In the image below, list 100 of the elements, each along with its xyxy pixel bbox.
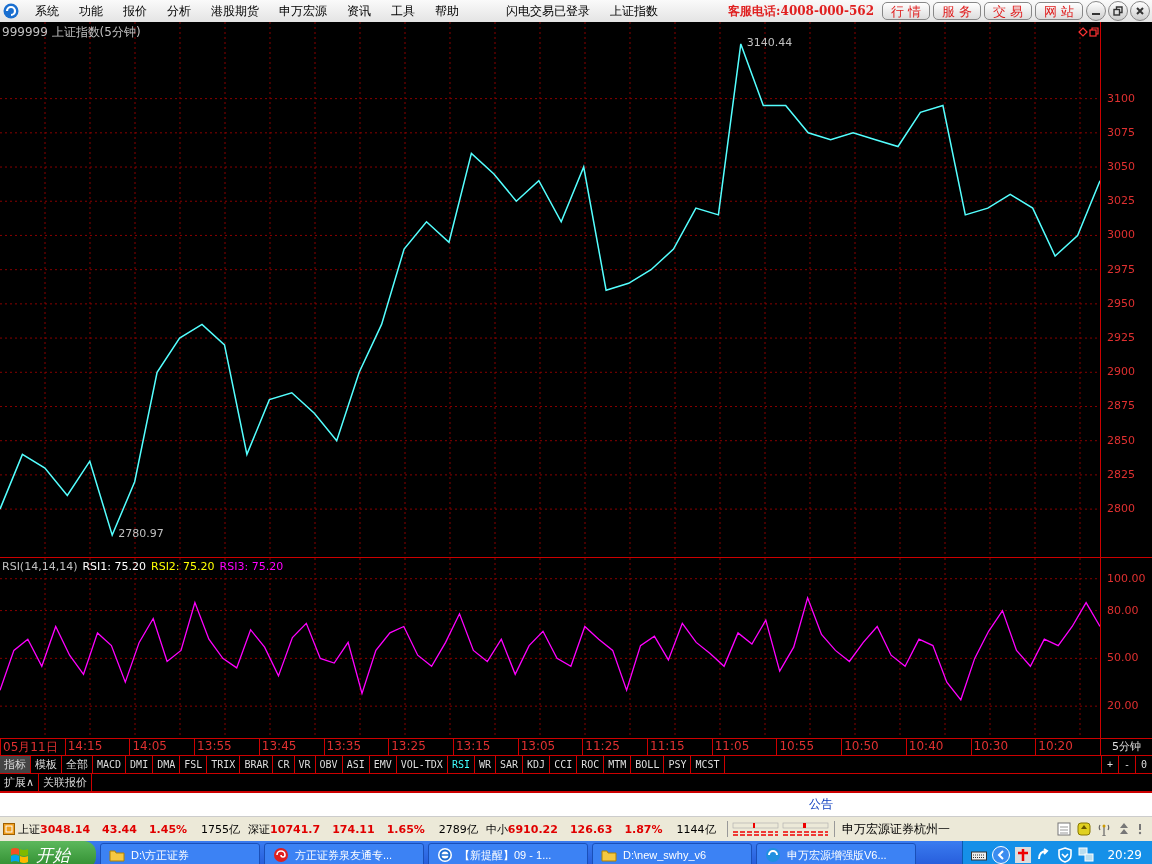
double-arrow-icon[interactable] <box>1117 822 1131 836</box>
app-icon <box>765 847 781 863</box>
ticker-price: 10741.7 <box>270 822 321 836</box>
time-label: 13:55 <box>194 739 259 755</box>
ticker-name: 中小 <box>485 821 508 837</box>
time-label: 13:15 <box>452 739 518 755</box>
ticker-volume: 1755亿 <box>201 821 241 837</box>
notice-link[interactable]: 公告 <box>809 796 833 813</box>
time-label: 10:55 <box>776 739 842 755</box>
ticker-price: 3048.14 <box>40 822 91 836</box>
ticker-percent: 1.45% <box>148 822 188 836</box>
service-button[interactable]: 交 易 <box>984 2 1032 20</box>
axis-label: 3025 <box>1107 194 1135 208</box>
restore-icon <box>1113 6 1123 16</box>
index-link[interactable]: 上证指数 <box>600 2 669 20</box>
axis-label: 3100 <box>1107 91 1135 105</box>
ticker-volume: 1144亿 <box>676 821 716 837</box>
axis-label: 2875 <box>1107 399 1135 413</box>
time-label: 13:45 <box>258 739 324 755</box>
indicator-title: RSI(14,14,14) <box>2 560 78 573</box>
menu-item[interactable]: 工具 <box>381 2 425 20</box>
taskbar-item[interactable]: D:\new_swhy_v6 <box>592 843 752 864</box>
service-button[interactable]: 服 务 <box>933 2 981 20</box>
restore-icon[interactable] <box>1089 27 1099 37</box>
period-label: 5分钟 <box>1100 739 1152 755</box>
ticker-volume: 2789亿 <box>438 821 478 837</box>
menu-item[interactable]: 功能 <box>69 2 113 20</box>
time-label: 11:25 <box>582 739 648 755</box>
login-status: 闪电交易已登录 <box>505 2 592 20</box>
upload-icon[interactable] <box>1077 822 1091 836</box>
windows-flag-icon <box>10 846 30 864</box>
axis-label: 2925 <box>1107 331 1135 345</box>
axis-label: 2825 <box>1107 467 1135 481</box>
time-label: 10:20 <box>1035 739 1100 755</box>
taskbar-item[interactable]: 方正证券泉友通专... <box>264 843 424 864</box>
browser-icon <box>437 847 453 863</box>
time-label: 14:05 <box>129 739 195 755</box>
ticker-name: 深证 <box>248 821 271 837</box>
service-button[interactable]: 网 站 <box>1035 2 1083 20</box>
ticker-name: 上证 <box>18 821 40 837</box>
line-series <box>0 597 1100 701</box>
time-label: 10:30 <box>970 739 1036 755</box>
indicator-reading: RSI1: 75.20 <box>82 560 146 573</box>
time-label: 13:25 <box>388 739 453 755</box>
panel-tab[interactable]: 指标 <box>0 756 31 773</box>
axis-label: 50.00 <box>1107 651 1139 665</box>
menu-item[interactable]: 帮助 <box>425 2 469 20</box>
minimize-button[interactable] <box>1086 1 1106 21</box>
close-icon <box>1135 6 1145 16</box>
taskbar-item[interactable]: D:\方正证券 <box>100 843 260 864</box>
folder-icon <box>109 848 125 862</box>
close-button[interactable] <box>1130 1 1150 21</box>
time-label: 14:15 <box>64 739 130 755</box>
restore-button[interactable] <box>1108 1 1128 21</box>
ticker-change: 126.63 <box>569 822 613 836</box>
medical-cross-icon[interactable] <box>1015 847 1032 863</box>
taskbar-item[interactable]: 【新提醒】09 - 1... <box>428 843 588 864</box>
time-label: 13:35 <box>323 739 389 755</box>
chart-title: 999999 上证指数(5分钟) <box>2 24 141 41</box>
diamond-icon[interactable] <box>1078 27 1088 37</box>
ticker-change: 43.44 <box>102 822 137 836</box>
shield-icon[interactable] <box>1057 847 1074 863</box>
axis-label: 3075 <box>1107 125 1135 139</box>
time-label: 05月11日 <box>0 739 65 755</box>
time-label: 10:40 <box>905 739 971 755</box>
exclamation-icon[interactable] <box>1137 822 1143 836</box>
extreme-label: 2780.97 <box>118 527 164 541</box>
axis-label: 80.00 <box>1107 603 1139 617</box>
minimize-icon <box>1091 13 1101 15</box>
service-button[interactable]: 行 情 <box>882 2 930 20</box>
folder-icon <box>601 848 617 862</box>
app-logo-icon <box>3 3 19 19</box>
extreme-label: 3140.44 <box>746 35 793 49</box>
axis-label: 2900 <box>1107 365 1135 379</box>
window-icon[interactable] <box>3 823 15 835</box>
ticker-percent: 1.65% <box>386 822 425 836</box>
axis-label: 3000 <box>1107 228 1135 242</box>
axis-label: 2950 <box>1107 296 1135 310</box>
keyboard-icon[interactable] <box>971 849 988 861</box>
time-label: 13:05 <box>517 739 583 755</box>
axis-label: 3050 <box>1107 160 1135 174</box>
antenna-icon[interactable] <box>1097 822 1111 836</box>
swirl-icon <box>273 847 289 863</box>
menu-item[interactable]: 资讯 <box>337 2 381 20</box>
time-label: 11:05 <box>711 739 777 755</box>
clock: 20:29 <box>1107 848 1142 862</box>
menu-item[interactable]: 系统 <box>25 2 69 20</box>
menu-item[interactable]: 港股期货 <box>201 2 269 20</box>
menu-item[interactable]: 申万宏源 <box>269 2 337 20</box>
axis-label: 20.00 <box>1107 699 1139 713</box>
axis-label: 2975 <box>1107 262 1135 276</box>
ticker-percent: 1.87% <box>624 822 663 836</box>
menu-item[interactable]: 分析 <box>157 2 201 20</box>
menu-item[interactable]: 报价 <box>113 2 157 20</box>
taskbar-item[interactable]: 申万宏源增强版V6... <box>756 843 916 864</box>
axis-label: 2850 <box>1107 433 1135 447</box>
ticker-price: 6910.22 <box>507 822 558 836</box>
indicator-reading: RSI2: 75.20 <box>151 560 215 573</box>
network-icon[interactable] <box>1078 847 1095 863</box>
document-icon[interactable] <box>1057 822 1071 836</box>
